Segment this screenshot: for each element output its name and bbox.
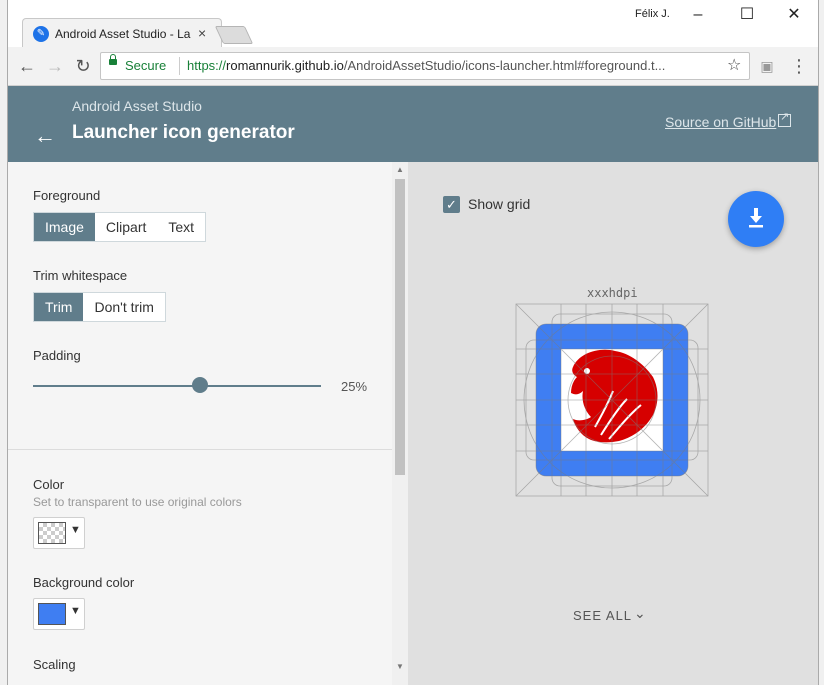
color-label: Color (33, 477, 65, 492)
options-scrollbar[interactable]: ▲ ▼ (392, 162, 408, 685)
scroll-down-icon[interactable]: ▼ (396, 662, 404, 671)
trim-toggle: Trim Don't trim (33, 292, 166, 322)
extension-icon[interactable]: ▣ (756, 55, 778, 77)
show-grid-label[interactable]: Show grid (468, 196, 530, 212)
padding-slider-thumb[interactable] (192, 377, 208, 393)
app-header: ← Android Asset Studio Launcher icon gen… (8, 86, 818, 162)
foreground-label: Foreground (33, 188, 101, 203)
foreground-option-text[interactable]: Text (157, 213, 205, 241)
color-hint: Set to transparent to use original color… (33, 495, 242, 509)
lock-icon (109, 54, 117, 65)
maximize-button[interactable]: ☐ (727, 4, 767, 26)
profile-name[interactable]: Félix J. (635, 8, 670, 20)
background-page-left (0, 0, 7, 685)
scroll-up-icon[interactable]: ▲ (396, 165, 404, 174)
url-text[interactable]: https://romannurik.github.io/AndroidAsse… (187, 58, 717, 73)
background-color-label: Background color (33, 575, 135, 590)
trim-option-dont-trim[interactable]: Don't trim (83, 293, 164, 321)
menu-icon[interactable]: ⋮ (788, 55, 810, 77)
download-icon (749, 208, 763, 228)
options-panel: Foreground Image Clipart Text Trim white… (8, 162, 408, 685)
browser-toolbar: ← → ↻ Secure https://romannurik.github.i… (8, 47, 818, 86)
padding-value: 25% (341, 379, 368, 394)
download-button[interactable] (728, 191, 784, 247)
padding-label: Padding (33, 348, 81, 363)
section-divider (8, 449, 392, 450)
back-arrow-icon[interactable]: ← (34, 123, 56, 149)
keyline-grid (515, 303, 709, 497)
color-picker-button[interactable]: ▼ (33, 517, 85, 549)
foreground-type-toggle: Image Clipart Text (33, 212, 207, 242)
favicon-icon: ✎ (33, 26, 49, 42)
tab-close-icon[interactable]: × (198, 25, 206, 41)
dropdown-caret-icon: ▼ (70, 605, 81, 617)
scaling-label: Scaling (33, 657, 76, 672)
background-color-picker-button[interactable]: ▼ (33, 598, 85, 630)
page-title: Launcher icon generator (72, 122, 295, 143)
background-color-swatch (38, 603, 66, 625)
scrollbar-thumb[interactable] (395, 179, 405, 475)
browser-tab[interactable]: ✎ Android Asset Studio - La × (22, 18, 222, 49)
foreground-option-clipart[interactable]: Clipart (95, 213, 157, 241)
url-host: romannurik.github.io (226, 58, 344, 73)
close-window-button[interactable]: ✕ (774, 4, 814, 26)
foreground-option-image[interactable]: Image (34, 213, 95, 241)
app-eyebrow: Android Asset Studio (72, 98, 202, 114)
chevron-down-icon[interactable]: ⌄ (634, 605, 646, 622)
launcher-icon-preview (515, 303, 709, 497)
tab-title: Android Asset Studio - La (55, 27, 191, 41)
address-bar[interactable]: Secure https://romannurik.github.io/Andr… (100, 52, 750, 80)
trim-whitespace-label: Trim whitespace (33, 268, 128, 283)
url-path: /AndroidAssetStudio/icons-launcher.html#… (343, 58, 666, 73)
browser-window: ✎ Android Asset Studio - La × Félix J. –… (7, 0, 819, 685)
trim-option-trim[interactable]: Trim (34, 293, 84, 321)
density-label: xxxhdpi (587, 286, 638, 300)
url-scheme: https:// (187, 58, 227, 73)
secure-label: Secure (125, 58, 167, 73)
show-grid-checkbox[interactable]: ✓ (443, 196, 460, 213)
see-all-button[interactable]: SEE ALL (573, 608, 632, 623)
reload-icon[interactable]: ↻ (72, 55, 94, 77)
source-on-github-link[interactable]: Source on GitHub (665, 114, 776, 130)
bookmark-star-icon[interactable]: ☆ (727, 55, 741, 75)
title-bar: ✎ Android Asset Studio - La × Félix J. –… (8, 0, 818, 49)
preview-panel: ✓ Show grid xxxhdpi SEE ALL ⌄ (408, 162, 818, 685)
address-separator (179, 57, 180, 75)
color-swatch-transparent (38, 522, 66, 544)
external-link-icon (778, 110, 791, 127)
minimize-button[interactable]: – (678, 4, 718, 26)
forward-icon[interactable]: → (44, 55, 66, 77)
dropdown-caret-icon: ▼ (70, 524, 81, 536)
back-icon[interactable]: ← (16, 55, 38, 77)
padding-slider-track[interactable] (33, 385, 321, 387)
